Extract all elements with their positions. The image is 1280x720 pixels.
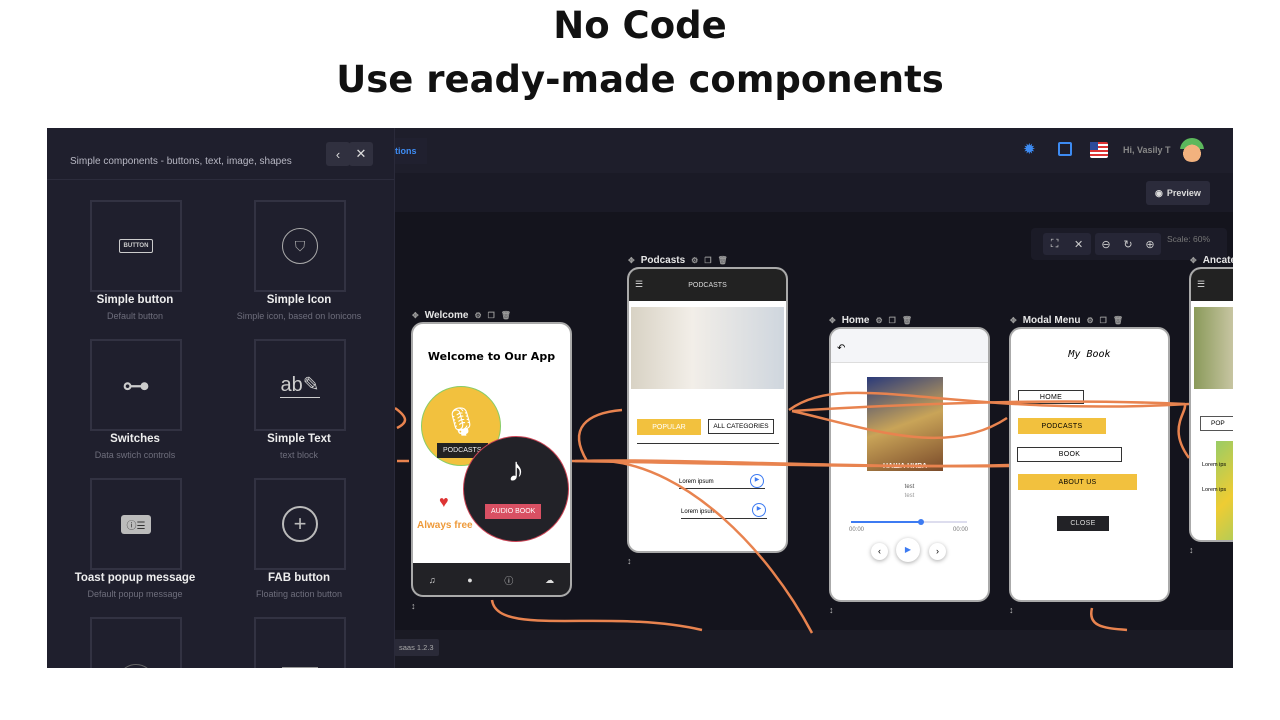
panel-header: Simple components - buttons, text, image… [47,128,394,180]
tile-name: Simple Icon [266,294,332,306]
toast-message-icon: ⓘ☰ [120,514,152,534]
tile-name: Simple Text [267,433,331,445]
button-preview-icon: BUTTON [118,239,154,253]
panel-subtitle: Simple components - buttons, text, image… [70,156,292,167]
chevron-left-icon[interactable]: ‹ [326,142,350,166]
arrow [394,406,407,430]
arrow [1177,403,1191,459]
tile-name: FAB button [268,572,330,584]
tile-desc: Default popup message [87,589,183,599]
simple-button-tile[interactable]: BUTTON [90,200,182,292]
shape-tile[interactable] [90,617,182,668]
tile-desc: text block [279,450,319,460]
tile-desc: Default button [106,311,164,321]
simple-icon-tile[interactable]: ⛉ [254,200,346,292]
app-window: tions ✹ Hi, Vasily T ◉ Preview ⛶ ✕ ⊖ ↻ ⊕ Sca… [47,128,1233,668]
tile-desc: Data swtich controls [94,450,176,460]
tile-desc: Simple icon, based on Ionicons [236,311,362,321]
simple-text-tile[interactable]: ab✎ [254,339,346,431]
components-panel: Simple components - buttons, text, image… [47,128,395,668]
tile-name: Switches [110,433,160,445]
image-icon [282,667,318,668]
circle-icon [117,664,155,668]
image-tile[interactable] [254,617,346,668]
text-edit-icon: ab✎ [280,374,320,398]
arrow [1090,607,1128,632]
tile-name: Simple button [96,294,174,306]
tile-desc: Floating action button [255,589,343,599]
heading-line2: Use ready-made components [336,58,944,101]
close-icon[interactable]: ✕ [349,142,373,166]
arrow [490,599,703,632]
plus-circle-icon: + [282,506,318,542]
switches-tile[interactable]: ⊶ [90,339,182,431]
arrow [791,409,1008,440]
arrow [577,408,623,462]
heading-line1: No Code [553,4,727,47]
toast-tile[interactable]: ⓘ☰ [90,478,182,570]
fab-tile[interactable]: + [254,478,346,570]
tile-name: Toast popup message [74,572,196,584]
switches-icon: ⊶ [122,369,150,401]
arrow [606,459,814,634]
bookmark-icon: ⛉ [282,228,318,264]
